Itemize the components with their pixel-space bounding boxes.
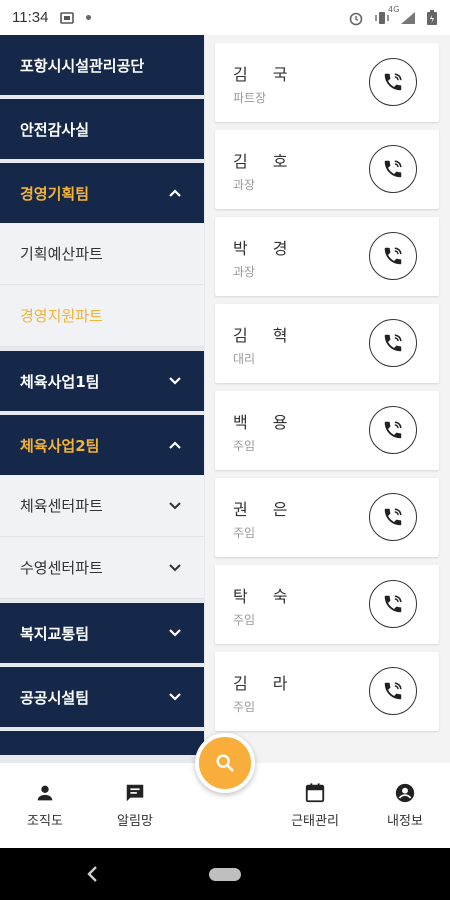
contact-card[interactable]: 백 용 주임 — [215, 391, 439, 470]
notification-icon — [60, 11, 75, 24]
sidebar-item-label: 포항시시설관리공단 — [20, 56, 145, 75]
alarm-icon — [348, 10, 364, 26]
contact-card[interactable]: 김 혁 대리 — [215, 304, 439, 383]
sidebar-item-label: 체육사업2팀 — [20, 436, 100, 455]
chat-icon — [126, 784, 144, 802]
chevron-down-icon — [169, 501, 181, 509]
search-fab-button[interactable] — [195, 733, 255, 793]
chevron-down-icon — [169, 693, 181, 701]
call-button[interactable] — [369, 580, 417, 628]
account-circle-icon — [395, 783, 415, 803]
phone-icon — [384, 247, 402, 265]
contact-card[interactable]: 탁 숙 주임 — [215, 565, 439, 644]
phone-icon — [384, 508, 402, 526]
phone-icon — [384, 421, 402, 439]
call-button[interactable] — [369, 406, 417, 454]
call-button[interactable] — [369, 667, 417, 715]
phone-icon — [384, 334, 402, 352]
sidebar-item-audit[interactable]: 안전감사실 — [0, 99, 204, 159]
contact-card[interactable]: 김 라 주임 — [215, 652, 439, 731]
sidebar-item-welfare-team[interactable]: 복지교통팀 — [0, 603, 204, 663]
sidebar-item-label: 수영센터파트 — [20, 559, 103, 577]
sidebar-item-support-part[interactable]: 경영지원파트 — [0, 285, 204, 347]
chevron-up-icon — [169, 441, 181, 449]
nav-org-chart[interactable]: 조직도 — [0, 763, 90, 848]
sidebar-item-swim-center-part[interactable]: 수영센터파트 — [0, 537, 204, 599]
nav-label: 조직도 — [27, 814, 63, 829]
search-icon — [216, 754, 234, 772]
contact-list: 김 국 파트장 김 호 과장 박 경 과장 김 혁 대리 백 용 주임 권 은 … — [205, 35, 450, 763]
phone-icon — [384, 73, 402, 91]
nav-label: 근태관리 — [291, 814, 339, 829]
status-time: 11:34 — [12, 9, 49, 26]
chevron-up-icon — [169, 189, 181, 197]
phone-icon — [384, 160, 402, 178]
call-button[interactable] — [369, 493, 417, 541]
sidebar-item-label: 경영기획팀 — [20, 184, 90, 203]
sidebar-item-label: 기획예산파트 — [20, 245, 103, 263]
chevron-down-icon — [169, 629, 181, 637]
sidebar-item-org-root[interactable]: 포항시시설관리공단 — [0, 35, 204, 95]
call-button[interactable] — [369, 58, 417, 106]
contact-card[interactable]: 김 국 파트장 — [215, 43, 439, 122]
sidebar-item-sports2-team[interactable]: 체육사업2팀 — [0, 415, 204, 475]
department-sidebar: 포항시시설관리공단 안전감사실 경영기획팀 기획예산파트 경영지원파트 체육사업… — [0, 35, 205, 763]
nav-notice[interactable]: 알림망 — [90, 763, 180, 848]
system-nav-bar — [0, 848, 450, 900]
call-button[interactable] — [369, 319, 417, 367]
status-bar: 11:34 4G — [0, 0, 450, 35]
contact-card[interactable]: 박 경 과장 — [215, 217, 439, 296]
person-icon — [37, 785, 53, 801]
chevron-down-icon — [169, 377, 181, 385]
call-button[interactable] — [369, 232, 417, 280]
sidebar-item-sports1-team[interactable]: 체육사업1팀 — [0, 351, 204, 411]
sidebar-item-label: 공공시설팀 — [20, 688, 90, 707]
call-button[interactable] — [369, 145, 417, 193]
sidebar-item-label: 체육센터파트 — [20, 497, 103, 515]
back-icon[interactable] — [85, 865, 99, 883]
sidebar-item-label: 안전감사실 — [20, 120, 90, 139]
phone-icon — [384, 682, 402, 700]
sidebar-item-label: 체육사업1팀 — [20, 372, 100, 391]
contact-card[interactable]: 권 은 주임 — [215, 478, 439, 557]
home-pill[interactable] — [209, 867, 241, 881]
sidebar-item-partial[interactable] — [0, 731, 204, 755]
nav-label: 내정보 — [387, 814, 423, 829]
sidebar-item-sports-center-part[interactable]: 체육센터파트 — [0, 475, 204, 537]
calendar-icon — [305, 783, 325, 803]
nav-attendance[interactable]: 근태관리 — [270, 763, 360, 848]
sidebar-item-budget-part[interactable]: 기획예산파트 — [0, 223, 204, 285]
contact-card[interactable]: 김 호 과장 — [215, 130, 439, 209]
nav-my-info[interactable]: 내정보 — [360, 763, 450, 848]
sidebar-item-planning-team[interactable]: 경영기획팀 — [0, 163, 204, 223]
nav-label: 알림망 — [117, 814, 153, 829]
chevron-down-icon — [169, 563, 181, 571]
sidebar-item-public-team[interactable]: 공공시설팀 — [0, 667, 204, 727]
phone-icon — [384, 595, 402, 613]
signal-icon: 4G — [388, 5, 416, 25]
dot-icon — [86, 15, 92, 20]
sidebar-item-label: 복지교통팀 — [20, 624, 90, 643]
sidebar-item-label: 경영지원파트 — [20, 307, 103, 325]
network-label: 4G — [388, 4, 400, 14]
battery-icon — [426, 9, 438, 26]
